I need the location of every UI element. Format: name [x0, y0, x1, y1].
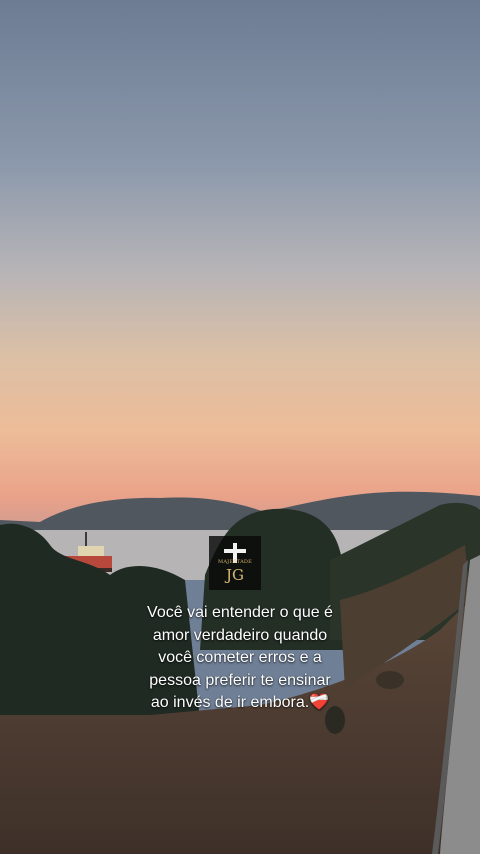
caption-line: ao invés de ir embora.❤️‍🩹: [150, 694, 330, 711]
logo-small-text: MAJESTADE: [218, 559, 252, 565]
sky: [0, 0, 480, 540]
caption-line: amor verdadeiro quando: [152, 626, 328, 644]
logo-monogram: JG: [226, 566, 244, 584]
quote-caption: Você vai entender o que é amor verdadeir…: [110, 602, 370, 715]
caption-line: Você vai entender o que é: [147, 604, 333, 621]
caption-line: você cometer erros e a: [158, 649, 322, 666]
caption-line: pessoa preferir te ensinar: [149, 671, 331, 689]
sunset-photo: [0, 0, 480, 854]
jg-logo: MAJESTADE JG: [209, 536, 261, 590]
